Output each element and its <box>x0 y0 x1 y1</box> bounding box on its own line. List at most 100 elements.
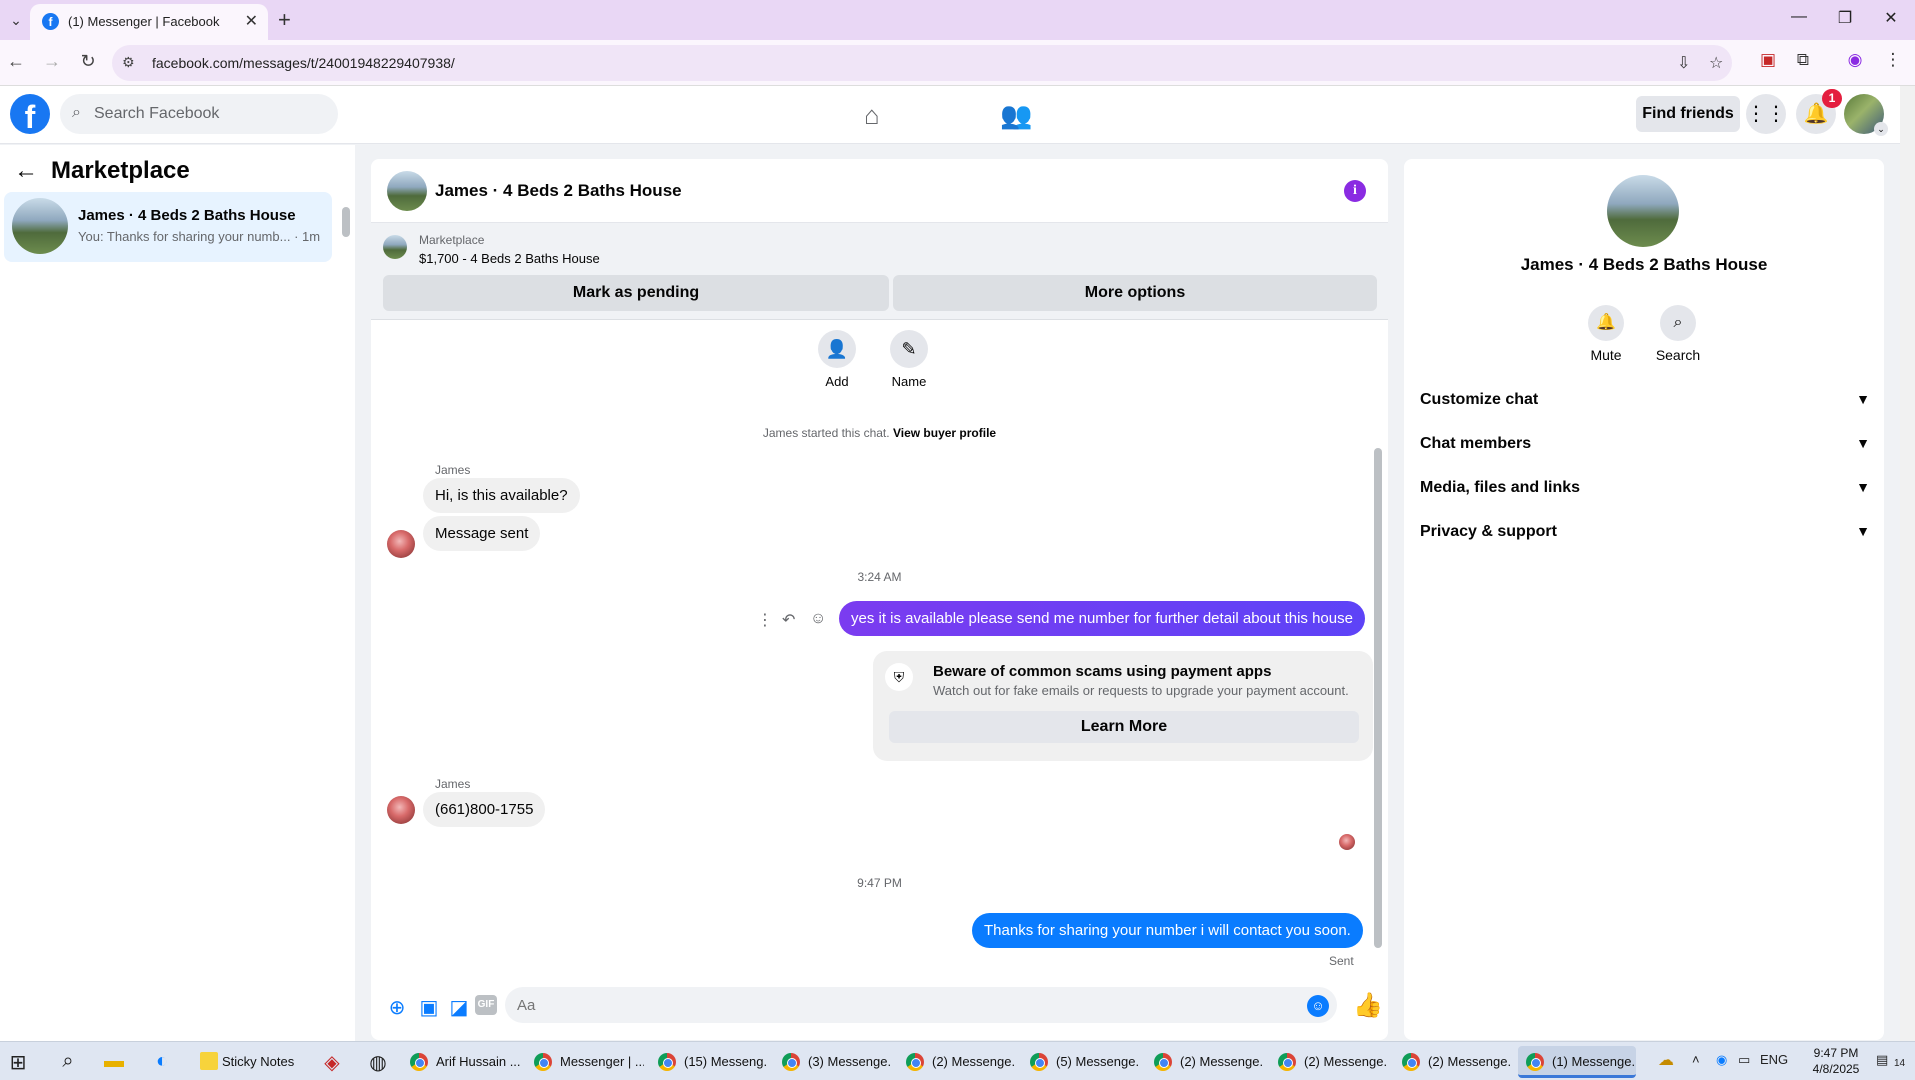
sticker-icon[interactable]: ◪ <box>447 995 471 1020</box>
conversation-avatar[interactable] <box>387 171 427 211</box>
taskbar-app-sticky-notes[interactable]: Sticky Notes <box>192 1046 300 1078</box>
find-friends-button[interactable]: Find friends <box>1636 96 1740 132</box>
home-icon[interactable]: ⌂ <box>864 100 880 131</box>
emoji-icon[interactable]: ☺ <box>1307 995 1329 1017</box>
chat-list-item[interactable]: James · 4 Beds 2 Baths House You: Thanks… <box>4 192 332 262</box>
reply-icon[interactable]: ↶ <box>782 610 795 630</box>
search-conversation-button[interactable]: ⌕ Search <box>1648 305 1708 363</box>
taskbar-app[interactable]: (5) Messenge... <box>1022 1046 1140 1078</box>
file-explorer-icon[interactable]: ▬ <box>100 1050 128 1073</box>
chrome-icon[interactable]: ◍ <box>364 1050 392 1075</box>
install-app-icon[interactable]: ⇩ <box>1677 53 1690 73</box>
minimize-icon[interactable]: — <box>1784 8 1814 26</box>
page-scrollbar[interactable] <box>1900 86 1915 1041</box>
clock-date: 4/8/2025 <box>1812 1062 1860 1076</box>
plus-icon[interactable]: ⊕ <box>385 995 409 1020</box>
incoming-message[interactable]: Hi, is this available? <box>423 478 580 513</box>
site-info-icon[interactable]: ⚙ <box>122 54 135 71</box>
incoming-message[interactable]: (661)800-1755 <box>423 792 546 827</box>
learn-more-button[interactable]: Learn More <box>889 711 1359 743</box>
section-media-files-links[interactable]: Media, files and links ▼ <box>1420 471 1870 507</box>
windows-taskbar: ⊞ ⌕ ▬ ◐ Sticky Notes ◈ ◍ Arif Hussain ..… <box>0 1041 1915 1080</box>
sender-name: James <box>435 463 471 477</box>
browser-tab-active[interactable]: f (1) Messenger | Facebook ✕ <box>30 4 268 40</box>
outgoing-message[interactable]: Thanks for sharing your number i will co… <box>972 913 1363 948</box>
address-bar[interactable]: ⚙ facebook.com/messages/t/24001948229407… <box>112 45 1732 81</box>
new-tab-icon[interactable]: + <box>278 7 291 33</box>
section-chat-members[interactable]: Chat members ▼ <box>1420 427 1870 463</box>
network-app-icon[interactable]: ◉ <box>1716 1052 1727 1068</box>
notification-center-icon[interactable]: ▤ <box>1876 1052 1888 1068</box>
taskbar-app[interactable]: (2) Messenge... <box>1146 1046 1264 1078</box>
taskbar-app-label: (3) Messenge... <box>808 1054 892 1069</box>
message-composer: ⊕ ▣ ◪ GIF ☺ 👍 <box>371 975 1388 1040</box>
tab-search-chevron-icon[interactable]: ⌄ <box>6 10 26 30</box>
message-input[interactable] <box>517 987 1277 1023</box>
incoming-message[interactable]: Message sent <box>423 516 541 551</box>
mark-pending-button[interactable]: Mark as pending <box>383 275 889 311</box>
read-receipt-avatar <box>1339 834 1355 850</box>
gif-icon[interactable]: GIF <box>475 995 497 1015</box>
taskbar-app[interactable]: (2) Messenge... <box>898 1046 1016 1078</box>
taskbar-app[interactable]: (15) Messeng... <box>650 1046 768 1078</box>
taskbar-app-active[interactable]: (1) Messenge... <box>1518 1046 1636 1078</box>
taskbar-app-label: (2) Messenge... <box>932 1054 1016 1069</box>
thumbs-up-icon[interactable]: 👍 <box>1353 991 1383 1020</box>
taskbar-clock[interactable]: 9:47 PM 4/8/2025 <box>1796 1045 1876 1077</box>
facebook-search[interactable]: ⌕ <box>60 94 338 134</box>
sender-avatar[interactable] <box>387 796 415 824</box>
taskbar-app[interactable]: Arif Hussain ... <box>402 1046 520 1078</box>
add-people-button[interactable]: 👤 Add <box>818 330 856 389</box>
conversation-title[interactable]: James · 4 Beds 2 Baths House <box>435 181 682 201</box>
windows-start-icon[interactable]: ⊞ <box>4 1050 32 1075</box>
listing-price-title[interactable]: $1,700 - 4 Beds 2 Baths House <box>419 251 600 266</box>
display-icon[interactable]: ▭ <box>1738 1052 1750 1068</box>
account-avatar[interactable]: ⌄ <box>1844 94 1888 136</box>
conversation-scrollbar[interactable] <box>1374 448 1382 948</box>
window-close-icon[interactable]: ✕ <box>1876 8 1906 28</box>
section-privacy-support[interactable]: Privacy & support ▼ <box>1420 515 1870 551</box>
name-chat-button[interactable]: ✎ Name <box>890 330 928 389</box>
extension-off-icon[interactable]: ▣ <box>1755 50 1781 70</box>
profile-icon[interactable]: ◉ <box>1842 50 1868 70</box>
weather-icon[interactable]: ☁ <box>1652 1050 1680 1070</box>
bell-icon: 🔔 <box>1588 305 1624 341</box>
facebook-logo[interactable]: f <box>10 94 50 135</box>
message-field[interactable]: ☺ <box>505 987 1337 1023</box>
browser-menu-icon[interactable]: ⋮ <box>1880 50 1906 70</box>
more-options-button[interactable]: More options <box>893 275 1377 311</box>
mute-button[interactable]: 🔔 Mute <box>1576 305 1636 363</box>
bookmark-star-icon[interactable]: ☆ <box>1709 53 1723 73</box>
forward-icon[interactable]: → <box>40 51 64 72</box>
chat-profile-avatar[interactable] <box>1607 175 1679 247</box>
taskbar-app[interactable]: (3) Messenge... <box>774 1046 892 1078</box>
grid-menu-icon[interactable]: ⋮⋮ <box>1746 94 1786 134</box>
taskbar-search-icon[interactable]: ⌕ <box>54 1050 82 1073</box>
facebook-search-input[interactable] <box>94 94 330 134</box>
sender-avatar[interactable] <box>387 530 415 558</box>
attach-image-icon[interactable]: ▣ <box>417 995 441 1020</box>
restore-icon[interactable]: ❐ <box>1830 8 1860 28</box>
back-icon[interactable]: ← <box>4 51 28 72</box>
language-indicator[interactable]: ENG <box>1760 1052 1788 1067</box>
section-customize-chat[interactable]: Customize chat ▼ <box>1420 383 1870 419</box>
view-buyer-profile-link[interactable]: View buyer profile <box>893 426 996 440</box>
taskbar-app[interactable]: Messenger | ... <box>526 1046 644 1078</box>
reload-icon[interactable]: ↻ <box>76 51 100 72</box>
friends-icon[interactable]: 👥 <box>1000 100 1032 131</box>
taskbar-app[interactable]: (2) Messenge... <box>1394 1046 1512 1078</box>
tab-close-icon[interactable]: ✕ <box>245 11 258 31</box>
info-icon[interactable]: i <box>1344 180 1366 202</box>
notification-badge: 1 <box>1822 89 1842 108</box>
react-emoji-icon[interactable]: ☺ <box>810 610 826 628</box>
outgoing-message[interactable]: yes it is available please send me numbe… <box>839 601 1365 636</box>
tray-chevron-icon[interactable]: ˄ <box>1692 1052 1700 1067</box>
chat-list-scrollbar[interactable] <box>342 207 350 237</box>
extensions-puzzle-icon[interactable]: ⧉ <box>1790 50 1816 70</box>
edge-browser-icon[interactable]: ◐ <box>148 1050 176 1073</box>
more-actions-icon[interactable]: ⋮ <box>757 610 773 630</box>
sticky-notes-icon <box>200 1052 218 1070</box>
taskbar-app[interactable]: (2) Messenge... <box>1270 1046 1388 1078</box>
back-arrow-icon[interactable]: ← <box>14 157 38 185</box>
taskbar-app-icon[interactable]: ◈ <box>318 1050 346 1075</box>
